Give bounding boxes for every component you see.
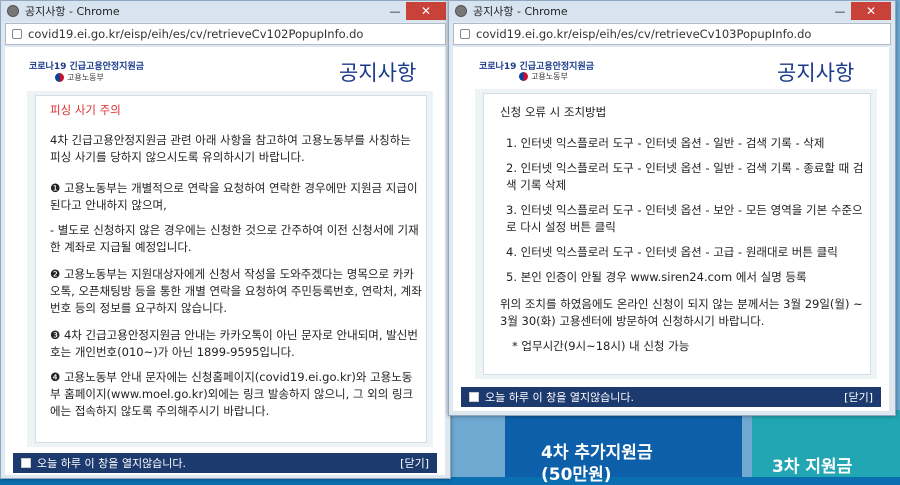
notice-body: 피싱 사기 주의 4차 긴급고용안정지원금 관련 아래 사항을 참고하여 고용노… (35, 95, 427, 443)
window-titlebar[interactable]: 공지사항 - Chrome — ✕ (1, 1, 450, 21)
notice-title: 공지사항 (777, 61, 855, 85)
minimize-icon[interactable]: — (384, 5, 406, 18)
notice-paragraph: ❹ 고용노동부 안내 문자에는 신청홈페이지(covid19.ei.go.kr)… (50, 370, 414, 418)
step-item: 4. 인터넷 익스플로러 도구 - 인터넷 옵션 - 고급 - 원래대로 버튼 … (506, 245, 838, 259)
notice-paragraph: ❸ 4차 긴급고용안정지원금 안내는 카카오톡이 아닌 문자로 안내되며, 발신… (50, 328, 418, 359)
bg-card-title: 3차 지원금 (772, 457, 853, 477)
bg-card-subtitle: (50만원) (541, 465, 612, 485)
step-item: 2. 인터넷 익스플로러 도구 - 인터넷 옵션 - 일반 - 검색 기록 - … (506, 161, 864, 192)
bg-card-4th-support[interactable]: 4차 추가지원금 (50만원) (505, 410, 742, 485)
notice-paragraph: ❶ 고용노동부는 개별적으로 연락을 요청하여 연락한 경우에만 지원금 지급이… (50, 181, 418, 212)
minimize-icon[interactable]: — (829, 5, 851, 18)
dont-show-today-checkbox[interactable] (469, 392, 479, 402)
address-bar[interactable]: covid19.ei.go.kr/eisp/eih/es/cv/retrieve… (5, 23, 446, 45)
close-link[interactable]: [닫기] (844, 389, 873, 405)
notice-heading: 피싱 사기 주의 (50, 103, 121, 117)
dont-show-today-label[interactable]: 오늘 하루 이 창을 열지않습니다. (485, 389, 634, 405)
address-bar[interactable]: covid19.ei.go.kr/eisp/eih/es/cv/retrieve… (453, 23, 891, 45)
business-hours-note: * 업무시간(9시~18시) 내 신청 가능 (512, 339, 690, 353)
notice-note: 위의 조치를 하였음에도 온라인 신청이 되지 않는 분께서는 3월 29일(월… (500, 297, 863, 328)
close-icon[interactable]: ✕ (851, 2, 891, 20)
url-text: covid19.ei.go.kr/eisp/eih/es/cv/retrieve… (28, 27, 364, 41)
close-icon[interactable]: ✕ (406, 2, 446, 20)
dont-show-today-label[interactable]: 오늘 하루 이 창을 열지않습니다. (37, 455, 186, 471)
notice-title: 공지사항 (339, 61, 417, 85)
notice-heading: 신청 오류 시 조치방법 (500, 105, 607, 119)
window-title: 공지사항 - Chrome (473, 5, 568, 18)
bg-card-3rd-support[interactable]: 3차 지원금 (752, 410, 900, 477)
window-titlebar[interactable]: 공지사항 - Chrome — ✕ (449, 1, 895, 21)
step-item: 1. 인터넷 익스플로러 도구 - 인터넷 옵션 - 일반 - 검색 기록 - … (506, 136, 825, 150)
popup-window-phishing: 공지사항 - Chrome — ✕ covid19.ei.go.kr/eisp/… (0, 0, 451, 479)
ministry-emblem-icon (55, 73, 64, 82)
popup-header: 코로나19 긴급고용안정지원금 고용노동부 공지사항 (453, 47, 889, 91)
ministry-emblem-icon (519, 72, 528, 81)
lock-icon (460, 29, 470, 39)
chrome-icon (455, 5, 467, 17)
popup-content: 코로나19 긴급고용안정지원금 고용노동부 공지사항 신청 오류 시 조치방법 … (453, 47, 889, 411)
content-frame: 피싱 사기 주의 4차 긴급고용안정지원금 관련 아래 사항을 참고하여 고용노… (27, 91, 433, 447)
notice-paragraph: 4차 긴급고용안정지원금 관련 아래 사항을 참고하여 고용노동부를 사칭하는 … (50, 133, 411, 164)
logo-ministry: 고용노동부 (519, 71, 568, 82)
window-title: 공지사항 - Chrome (25, 5, 120, 18)
url-text: covid19.ei.go.kr/eisp/eih/es/cv/retrieve… (476, 27, 812, 41)
dont-show-today-checkbox[interactable] (21, 458, 31, 468)
close-link[interactable]: [닫기] (400, 455, 429, 471)
notice-paragraph: ❷ 고용노동부는 지원대상자에게 신청서 작성을 도와주겠다는 명목으로 카카오… (50, 267, 422, 315)
popup-content: 코로나19 긴급고용안정지원금 고용노동부 공지사항 피싱 사기 주의 4차 긴… (5, 47, 445, 475)
logo-ministry: 고용노동부 (55, 72, 104, 83)
content-frame: 신청 오류 시 조치방법 1. 인터넷 익스플로러 도구 - 인터넷 옵션 - … (475, 89, 877, 379)
popup-window-error-guide: 공지사항 - Chrome — ✕ covid19.ei.go.kr/eisp/… (448, 0, 896, 416)
popup-footer: 오늘 하루 이 창을 열지않습니다. [닫기] (461, 387, 881, 407)
lock-icon (12, 29, 22, 39)
popup-header: 코로나19 긴급고용안정지원금 고용노동부 공지사항 (5, 47, 445, 91)
step-item: 3. 인터넷 익스플로러 도구 - 인터넷 옵션 - 보안 - 모든 영역을 기… (506, 203, 863, 234)
step-item: 5. 본인 인증이 안될 경우 www.siren24.com 에서 실명 등록 (506, 270, 807, 284)
popup-footer: 오늘 하루 이 창을 열지않습니다. [닫기] (13, 453, 437, 473)
notice-body: 신청 오류 시 조치방법 1. 인터넷 익스플로러 도구 - 인터넷 옵션 - … (483, 93, 871, 375)
chrome-icon (7, 5, 19, 17)
logo-title: 코로나19 긴급고용안정지원금 (29, 62, 145, 72)
notice-paragraph: - 별도로 신청하지 않은 경우에는 신청한 것으로 간주하여 이전 신청서에 … (50, 223, 419, 254)
